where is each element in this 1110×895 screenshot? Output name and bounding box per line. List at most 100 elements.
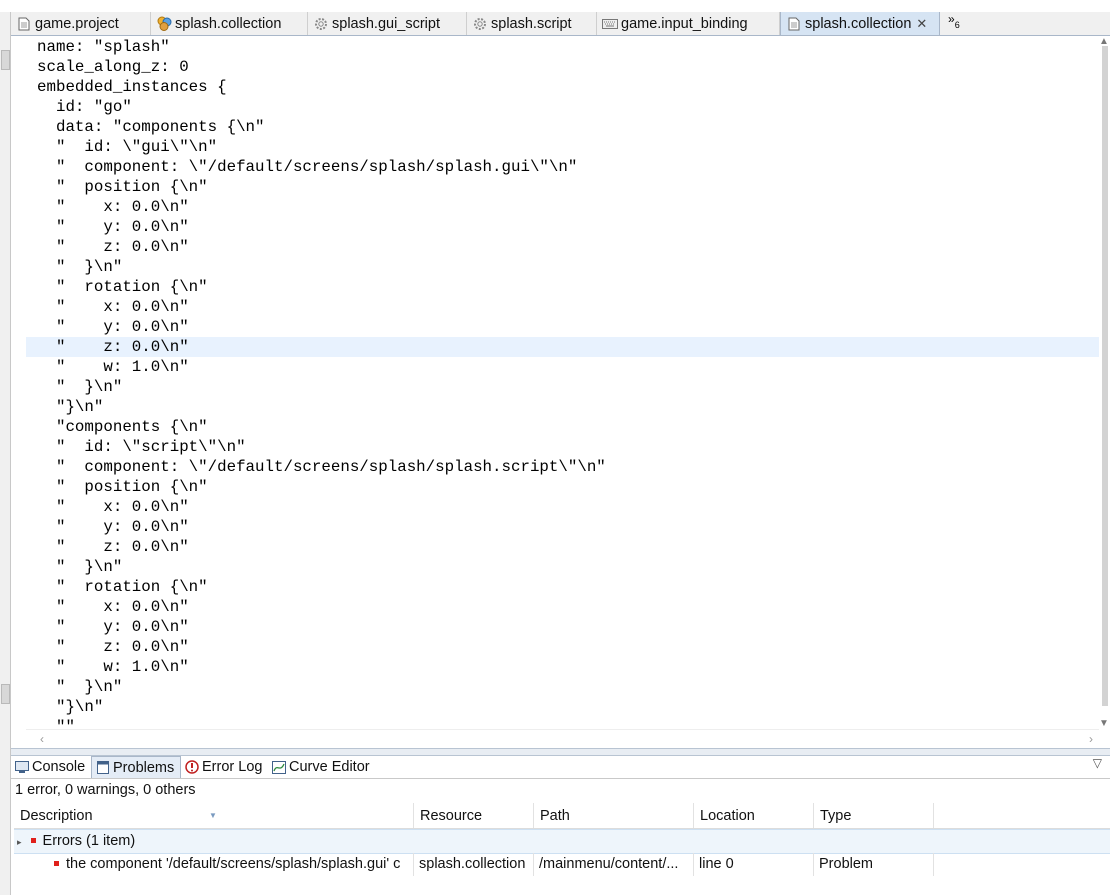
code-line[interactable]: " y: 0.0\n" [26, 317, 1099, 337]
table-row[interactable]: the component '/default/screens/splash/s… [14, 853, 1110, 876]
tab-curve-editor[interactable]: Curve Editor [268, 756, 380, 778]
error-log-icon [185, 760, 199, 774]
view-menu-icon[interactable]: ▽ [1093, 756, 1102, 770]
code-line[interactable]: " rotation {\n" [26, 277, 1099, 297]
code-line[interactable]: scale_along_z: 0 [26, 57, 1099, 77]
scroll-right-icon[interactable]: › [1089, 732, 1093, 746]
scroll-down-icon[interactable]: ▼ [1099, 718, 1109, 729]
code-line[interactable]: " id: \"gui\"\n" [26, 137, 1099, 157]
column-header-description[interactable]: Description ▼ [14, 803, 414, 828]
tab-label: Error Log [202, 759, 263, 775]
code-line[interactable]: " position {\n" [26, 177, 1099, 197]
code-line[interactable]: " x: 0.0\n" [26, 297, 1099, 317]
code-line[interactable]: " w: 1.0\n" [26, 657, 1099, 677]
code-line[interactable]: " y: 0.0\n" [26, 217, 1099, 237]
tab-error-log[interactable]: Error Log [181, 756, 268, 778]
code-line[interactable]: " rotation {\n" [26, 577, 1099, 597]
scroll-left-icon[interactable]: ‹ [40, 732, 44, 746]
text-editor[interactable]: name: "splash" scale_along_z: 0 embedded_i… [26, 36, 1099, 729]
tab-splash-script[interactable]: splash.script [467, 12, 597, 35]
document-icon [16, 16, 32, 32]
code-line[interactable]: " x: 0.0\n" [26, 597, 1099, 617]
error-icon [54, 861, 59, 866]
collection-icon [156, 16, 172, 32]
problems-icon [96, 761, 110, 775]
column-label: Type [820, 808, 852, 824]
column-label: Path [540, 808, 570, 824]
cell-path: /mainmenu/content/... [534, 853, 694, 876]
cell-location: line 0 [694, 853, 814, 876]
cell-resource: splash.collection [414, 853, 534, 876]
problems-table: Description ▼ Resource Path Location Typ… [14, 803, 1110, 895]
tab-game-project[interactable]: game.project [11, 12, 151, 35]
code-line[interactable]: " component: \"/default/screens/splash/s… [26, 157, 1099, 177]
code-line[interactable]: name: "splash" [26, 37, 1099, 57]
vertical-scrollbar[interactable]: ▲ ▼ [1099, 36, 1110, 729]
code-line[interactable]: "" [26, 717, 1099, 729]
problems-summary: 1 error, 0 warnings, 0 others [15, 782, 196, 798]
tab-splash-collection-active[interactable]: splash.collection ✕ [780, 12, 940, 35]
panel-tab-bar: Console Problems Error Log Curve Editor … [11, 756, 1110, 779]
code-line[interactable]: " position {\n" [26, 477, 1099, 497]
code-line[interactable]: " component: \"/default/screens/splash/s… [26, 457, 1099, 477]
editor-gutter [11, 36, 26, 729]
column-label: Description [20, 808, 93, 824]
tab-overflow-button[interactable]: » 6 [948, 12, 960, 35]
tab-label: Problems [113, 759, 175, 776]
code-line[interactable]: "}\n" [26, 697, 1099, 717]
column-header-location[interactable]: Location [694, 803, 814, 828]
code-line[interactable]: id: "go" [26, 97, 1099, 117]
column-header-path[interactable]: Path [534, 803, 694, 828]
column-header-resource[interactable]: Resource [414, 803, 534, 828]
column-label: Location [700, 808, 755, 824]
code-line[interactable]: " x: 0.0\n" [26, 497, 1099, 517]
scroll-thumb[interactable] [1102, 46, 1108, 706]
code-line[interactable]: " x: 0.0\n" [26, 197, 1099, 217]
code-line[interactable]: " }\n" [26, 677, 1099, 697]
code-line[interactable]: " w: 1.0\n" [26, 357, 1099, 377]
editor-tab-bar: game.project splash.collection splash.gu… [11, 12, 1110, 36]
code-line[interactable]: " id: \"script\"\n" [26, 437, 1099, 457]
code-line[interactable]: " z: 0.0\n" [26, 337, 1099, 357]
group-row-errors[interactable]: ▸ Errors (1 item) [14, 829, 1110, 854]
code-line[interactable]: " z: 0.0\n" [26, 637, 1099, 657]
tab-overflow-count: 6 [954, 20, 960, 30]
code-line[interactable]: " y: 0.0\n" [26, 517, 1099, 537]
gear-icon [472, 16, 488, 32]
tab-console[interactable]: Console [11, 756, 91, 778]
close-icon[interactable]: ✕ [916, 16, 927, 32]
horizontal-scrollbar[interactable]: ‹ › [26, 729, 1099, 748]
problem-description: the component '/default/screens/splash/s… [66, 856, 401, 872]
code-line[interactable]: " }\n" [26, 377, 1099, 397]
code-line[interactable]: embedded_instances { [26, 77, 1099, 97]
panel-splitter[interactable] [11, 748, 1110, 756]
code-line[interactable]: " z: 0.0\n" [26, 237, 1099, 257]
tab-problems[interactable]: Problems [91, 756, 181, 778]
collapse-icon[interactable]: ▸ [17, 837, 22, 847]
tab-label: Console [32, 759, 86, 775]
code-line[interactable]: "components {\n" [26, 417, 1099, 437]
cell-type: Problem [814, 853, 934, 876]
tab-label: splash.collection [805, 15, 912, 32]
cell-description: the component '/default/screens/splash/s… [14, 853, 414, 876]
tab-label: Curve Editor [289, 759, 370, 775]
curve-editor-icon [272, 760, 286, 774]
code-line[interactable]: "}\n" [26, 397, 1099, 417]
chevron-double-right-icon: » [948, 12, 955, 26]
group-cell: ▸ Errors (1 item) [14, 830, 414, 853]
column-header-type[interactable]: Type [814, 803, 934, 828]
tab-game-input-binding[interactable]: game.input_binding [597, 12, 780, 35]
code-line[interactable]: " }\n" [26, 257, 1099, 277]
column-label: Resource [420, 808, 483, 824]
code-line[interactable]: " z: 0.0\n" [26, 537, 1099, 557]
keyboard-icon [602, 16, 618, 32]
trim-marker [1, 50, 10, 70]
tab-label: splash.collection [175, 15, 282, 32]
code-line[interactable]: " y: 0.0\n" [26, 617, 1099, 637]
trim-marker [1, 684, 10, 704]
code-line[interactable]: data: "components {\n" [26, 117, 1099, 137]
tab-splash-gui-script[interactable]: splash.gui_script [308, 12, 467, 35]
table-header: Description ▼ Resource Path Location Typ… [14, 803, 1110, 829]
tab-splash-collection[interactable]: splash.collection [151, 12, 308, 35]
code-line[interactable]: " }\n" [26, 557, 1099, 577]
